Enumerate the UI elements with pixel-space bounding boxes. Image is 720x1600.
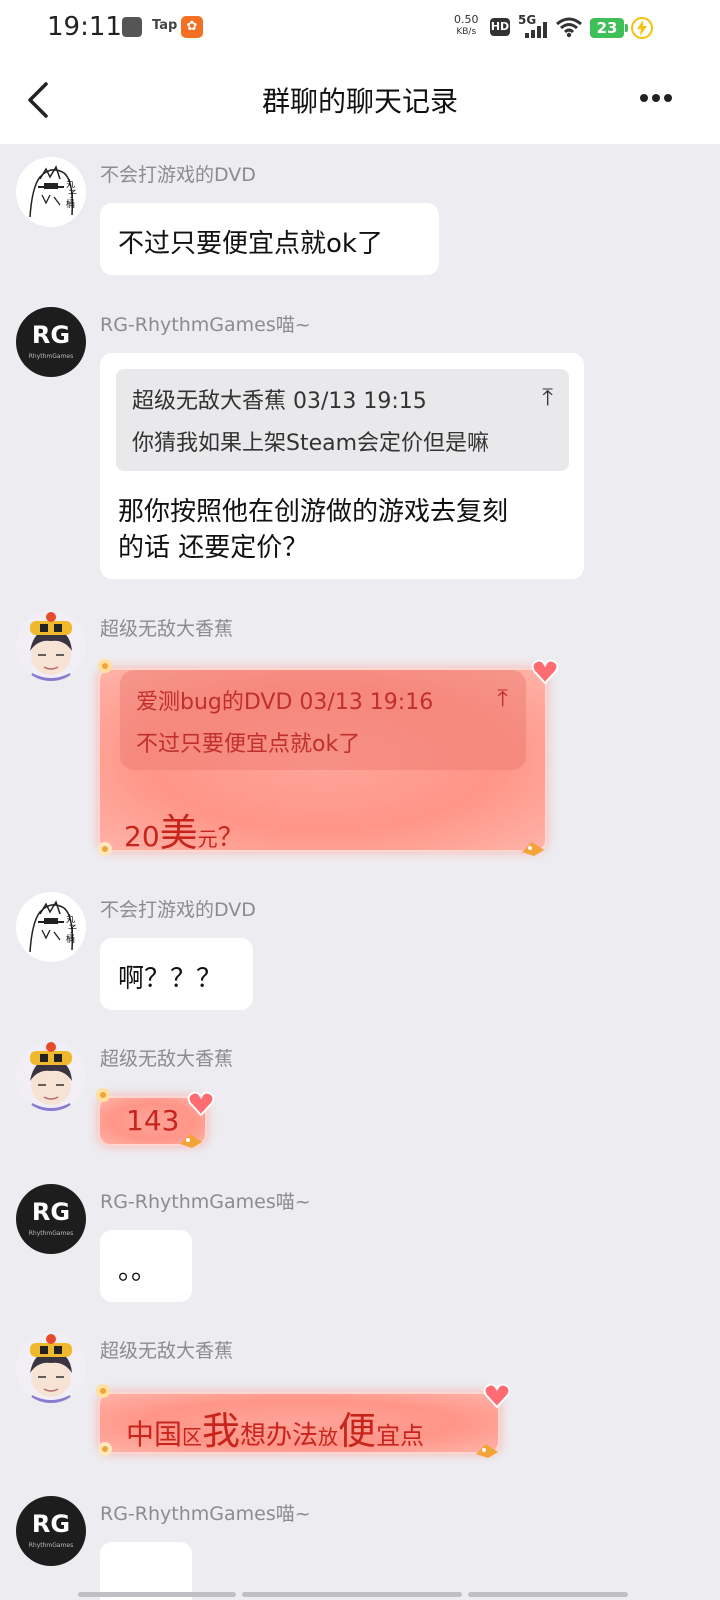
message-bubble[interactable]: 啊？？？ (100, 938, 253, 1010)
message-text: 不过只要便宜点就ok了 (118, 229, 383, 259)
avatar-rg-sublabel: RhythmGames (28, 1542, 74, 1549)
quote-header: 爱测bug的DVD 03/13 19:16 (136, 690, 434, 715)
svg-text:子: 子 (68, 924, 77, 935)
message-text-part: 宜点 (376, 1422, 425, 1450)
quote-text: 你猜我如果上架Steam会定价但是嘛 (132, 431, 490, 456)
heart-decoration-icon (483, 1383, 511, 1409)
svg-text:桶: 桶 (66, 933, 75, 945)
top-bar: 19:11 Tap ✿ 0.50 KB/s HD 5G 23 群聊的聊天记录 (0, 0, 720, 144)
fox-decoration-icon (522, 842, 544, 856)
tap-icon: Tap (152, 18, 178, 33)
message-text-part: 我 (202, 1409, 241, 1453)
message-text-line1: 那你按照他在创游做的游戏去复刻 (118, 497, 509, 527)
message-text-part: 想办法 (240, 1421, 319, 1451)
heart-decoration-icon (531, 659, 559, 685)
avatar-rg[interactable]: RG RhythmGames (16, 1184, 86, 1254)
flower-decoration-icon (98, 659, 112, 673)
quoted-message[interactable]: 爱测bug的DVD 03/13 19:16 ⤒ 不过只要便宜点就ok了 (120, 670, 526, 770)
quote-jump-icon[interactable]: ⤒ (497, 684, 508, 712)
message-text-part: 中国 (126, 1418, 183, 1451)
wifi-icon (556, 17, 582, 38)
message-text-part: 元 (197, 827, 218, 851)
avatar-banana[interactable] (16, 611, 86, 681)
message-text-part: ？ (217, 823, 244, 853)
app-icon: ✿ (181, 16, 203, 38)
sender-name: RG-RhythmGames喵~ (100, 314, 311, 336)
page-title: 群聊的聊天记录 (261, 85, 458, 118)
quote-header: 超级无敌大香蕉 03/13 19:15 (132, 389, 427, 414)
signal-icon (525, 22, 547, 38)
charging-icon (631, 17, 653, 39)
sender-name: RG-RhythmGames喵~ (100, 1191, 311, 1213)
net-speed-value: 0.50 (454, 13, 479, 26)
message-bubble[interactable]: 。。 (100, 1230, 192, 1302)
avatar-banana[interactable] (16, 1333, 86, 1403)
heart-decoration-icon (187, 1091, 215, 1117)
fox-decoration-icon (476, 1444, 498, 1458)
gesture-bar[interactable] (78, 1592, 628, 1600)
avatar-rg-label: RG (31, 321, 71, 349)
avatar-rg[interactable]: RG RhythmGames (16, 307, 86, 377)
svg-text:桶: 桶 (66, 198, 75, 210)
sender-name: 不会打游戏的DVD (100, 164, 256, 186)
quoted-message[interactable]: 超级无敌大香蕉 03/13 19:15 ⤒ 你猜我如果上架Steam会定价但是嘛 (116, 369, 569, 471)
sender-name: 超级无敌大香蕉 (100, 1048, 234, 1070)
message-text-part: 放 (318, 1425, 339, 1449)
battery-tip (625, 24, 628, 32)
avatar-rg-sublabel: RhythmGames (28, 353, 74, 360)
flower-decoration-icon (98, 1442, 112, 1456)
quote-text: 不过只要便宜点就ok了 (136, 732, 361, 757)
avatar-rg-sublabel: RhythmGames (28, 1230, 74, 1237)
sender-name: 不会打游戏的DVD (100, 899, 256, 921)
message-text-line2: 的话 还要定价？ (118, 533, 309, 563)
message-text-part: 美 (159, 811, 198, 855)
quote-jump-icon[interactable]: ⤒ (542, 383, 553, 411)
message-text: 20美元？ (124, 802, 244, 857)
flower-decoration-icon (96, 1088, 110, 1102)
flower-decoration-icon (96, 1384, 110, 1398)
more-options-icon[interactable] (634, 84, 678, 112)
message-text: 中国区我想办法放便宜点 (126, 1400, 424, 1455)
avatar-rg[interactable]: RG RhythmGames (16, 1496, 86, 1566)
special-message-bubble[interactable]: 爱测bug的DVD 03/13 19:16 ⤒ 不过只要便宜点就ok了 20美元… (100, 670, 545, 855)
avatar-rg-label: RG (31, 1510, 71, 1538)
message-text-part: 20 (124, 820, 160, 853)
svg-text:丸: 丸 (66, 178, 75, 190)
battery-icon: 23 (590, 18, 624, 38)
net-speed: 0.50 KB/s (454, 14, 479, 38)
sender-name: RG-RhythmGames喵~ (100, 1503, 311, 1525)
net-speed-unit: KB/s (456, 27, 477, 37)
avatar-rg-label: RG (31, 1198, 71, 1226)
message-text-part: 区 (182, 1425, 203, 1449)
message-text-part: 便 (338, 1409, 377, 1453)
message-text: 。。 (118, 1256, 158, 1286)
avatar-dvd[interactable]: 丸 子 桶 (16, 157, 86, 227)
avatar-banana[interactable] (16, 1041, 86, 1111)
sender-name: 超级无敌大香蕉 (100, 1340, 234, 1362)
message-text: 啊？？？ (118, 964, 223, 994)
message-bubble[interactable]: 超级无敌大香蕉 03/13 19:15 ⤒ 你猜我如果上架Steam会定价但是嘛… (100, 353, 584, 579)
message-bubble[interactable]: 不过只要便宜点就ok了 (100, 203, 439, 275)
message-text: 143 (126, 1104, 180, 1137)
app-notification-icon (122, 17, 142, 37)
fox-decoration-icon (180, 1134, 202, 1148)
svg-text:子: 子 (68, 189, 77, 200)
svg-text:丸: 丸 (66, 913, 75, 925)
flower-decoration-icon (98, 842, 112, 856)
special-message-bubble[interactable]: 中国区我想办法放便宜点 (100, 1394, 498, 1455)
hd-icon: HD (490, 18, 510, 36)
avatar-dvd[interactable]: 丸 子 桶 (16, 892, 86, 962)
sender-name: 超级无敌大香蕉 (100, 618, 234, 640)
status-time: 19:11 (47, 12, 122, 42)
